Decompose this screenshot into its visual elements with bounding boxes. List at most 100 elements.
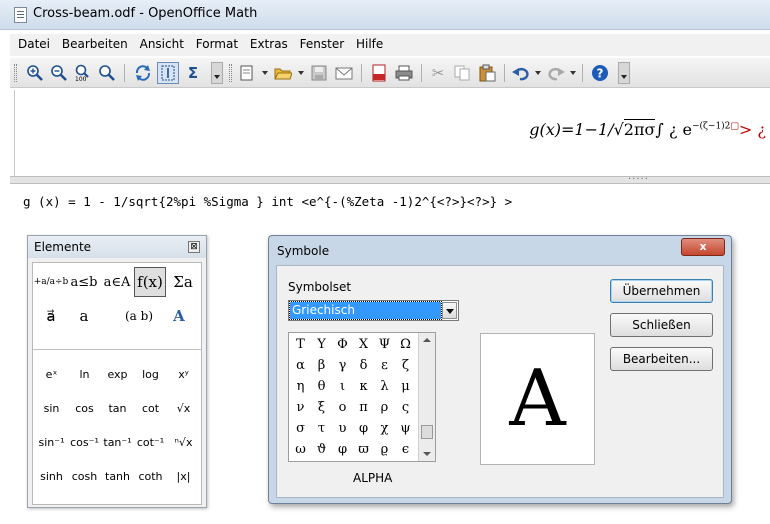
category-others[interactable]: a <box>68 301 100 331</box>
symbolset-select[interactable]: Griechisch <box>288 300 459 321</box>
redo-dropdown-arrow[interactable] <box>570 71 576 75</box>
symbols-dialog-titlebar[interactable]: Symbole x <box>269 236 731 266</box>
function-arctan[interactable]: tan⁻¹ <box>101 429 134 455</box>
scroll-up-arrow[interactable] <box>423 338 431 342</box>
undo-icon[interactable] <box>510 62 532 84</box>
function-arccos[interactable]: cos⁻¹ <box>68 429 101 455</box>
function-abs[interactable]: |x| <box>167 463 200 489</box>
symbol-cell[interactable]: Χ <box>353 334 374 355</box>
symbol-cell[interactable]: ρ <box>374 397 395 418</box>
scroll-thumb[interactable] <box>421 425 433 439</box>
menu-ansicht[interactable]: Ansicht <box>136 34 188 51</box>
symbol-cell[interactable]: ς <box>395 397 416 418</box>
zoom-out-icon[interactable] <box>48 62 70 84</box>
symbol-cell[interactable]: ν <box>290 397 311 418</box>
menu-bearbeiten[interactable]: Bearbeiten <box>58 34 132 51</box>
symbol-cell[interactable]: γ <box>332 355 353 376</box>
symbol-cell[interactable]: ϵ <box>395 439 416 460</box>
symbol-cell[interactable]: φ <box>332 439 353 460</box>
scroll-down-arrow[interactable] <box>423 452 431 456</box>
function-arccot[interactable]: cot⁻¹ <box>134 429 167 455</box>
symbol-cell[interactable]: ε <box>374 355 395 376</box>
symbol-cell[interactable]: τ <box>311 418 332 439</box>
menu-extras[interactable]: Extras <box>246 34 292 51</box>
category-set-operations[interactable]: a∈A <box>101 267 133 297</box>
symbol-cell[interactable]: ξ <box>311 397 332 418</box>
function-cos[interactable]: cos <box>68 395 101 421</box>
symbol-cell[interactable]: ζ <box>395 355 416 376</box>
function-cot[interactable]: cot <box>134 395 167 421</box>
dialog-close-button[interactable]: x <box>681 238 725 256</box>
show-all-icon[interactable] <box>96 62 118 84</box>
toolbar-overflow-button[interactable] <box>211 62 223 84</box>
category-formats[interactable]: A <box>163 301 195 331</box>
symbols-icon[interactable]: Σ <box>182 62 204 84</box>
symbol-cell[interactable]: ϖ <box>353 439 374 460</box>
symbol-cell[interactable]: Υ <box>311 334 332 355</box>
symbol-cell[interactable]: η <box>290 376 311 397</box>
elements-header[interactable]: Elemente ⊠ <box>28 236 206 258</box>
undo-dropdown-arrow[interactable] <box>535 71 541 75</box>
function-sinh[interactable]: sinh <box>35 463 68 489</box>
formula-preview[interactable]: g(x)=1−1/√2πσ∫ ¿ e−(ζ−1)2□> ¿ <box>14 90 770 176</box>
category-attributes[interactable]: a⃗ <box>35 301 67 331</box>
print-icon[interactable] <box>393 62 415 84</box>
symbol-grid-scrollbar[interactable] <box>418 333 435 461</box>
function-sqrt[interactable]: √x <box>167 395 200 421</box>
formula-cursor-icon[interactable] <box>157 62 179 84</box>
menu-format[interactable]: Format <box>192 34 242 51</box>
symbol-cell[interactable]: ϑ <box>311 439 332 460</box>
symbol-cell[interactable]: Φ <box>332 334 353 355</box>
symbol-cell[interactable]: Ψ <box>374 334 395 355</box>
menu-fenster[interactable]: Fenster <box>296 34 349 51</box>
function-sin[interactable]: sin <box>35 395 68 421</box>
new-icon[interactable] <box>236 62 258 84</box>
elements-close-button[interactable]: ⊠ <box>188 241 200 253</box>
symbol-cell[interactable]: θ <box>311 376 332 397</box>
menu-datei[interactable]: Datei <box>14 34 54 51</box>
apply-button[interactable]: Übernehmen <box>610 279 713 303</box>
symbol-grid[interactable]: ΤΥΦΧΨΩαβγδεζ ηθικλμ νξοπρς στυφχψ ωϑφϖϱϵ <box>288 332 436 462</box>
help-icon[interactable]: ? <box>589 62 611 84</box>
category-operators[interactable]: Σa <box>167 267 199 297</box>
symbol-cell[interactable]: ϱ <box>374 439 395 460</box>
cut-icon[interactable]: ✂ <box>427 62 449 84</box>
category-brackets[interactable]: (a b) <box>123 301 155 331</box>
export-pdf-icon[interactable] <box>368 62 390 84</box>
function-arcsin[interactable]: sin⁻¹ <box>35 429 68 455</box>
function-ln[interactable]: ln <box>68 361 101 387</box>
chevron-down-icon[interactable] <box>442 302 457 319</box>
symbol-cell[interactable]: β <box>311 355 332 376</box>
function-cosh[interactable]: cosh <box>68 463 101 489</box>
email-icon[interactable] <box>333 62 355 84</box>
symbol-cell[interactable]: δ <box>353 355 374 376</box>
symbol-cell[interactable]: υ <box>332 418 353 439</box>
symbol-cell[interactable]: ι <box>332 376 353 397</box>
function-coth[interactable]: coth <box>134 463 167 489</box>
symbol-cell[interactable]: χ <box>374 418 395 439</box>
symbol-cell[interactable]: ο <box>332 397 353 418</box>
zoom-100-icon[interactable]: 100 <box>72 62 94 84</box>
close-button[interactable]: Schließen <box>610 313 713 337</box>
toolbar-overflow-button[interactable] <box>618 62 630 84</box>
symbol-cell[interactable]: μ <box>395 376 416 397</box>
function-exp-power[interactable]: eˣ <box>35 361 68 387</box>
zoom-in-icon[interactable] <box>24 62 46 84</box>
symbol-cell[interactable]: κ <box>353 376 374 397</box>
open-icon[interactable] <box>272 62 294 84</box>
symbol-cell[interactable]: π <box>353 397 374 418</box>
update-icon[interactable] <box>132 62 154 84</box>
paste-icon[interactable] <box>476 62 498 84</box>
function-power[interactable]: xʸ <box>167 361 200 387</box>
function-tanh[interactable]: tanh <box>101 463 134 489</box>
category-relations[interactable]: a≤b <box>68 267 100 297</box>
window-splitter[interactable] <box>10 171 770 184</box>
category-unary-binary[interactable]: +a/a÷b <box>34 267 69 297</box>
function-tan[interactable]: tan <box>101 395 134 421</box>
category-functions[interactable]: f(x) <box>134 267 166 297</box>
function-exp[interactable]: exp <box>101 361 134 387</box>
copy-icon[interactable] <box>451 62 473 84</box>
open-dropdown-arrow[interactable] <box>298 71 304 75</box>
symbol-cell[interactable]: σ <box>290 418 311 439</box>
symbol-cell[interactable]: α <box>290 355 311 376</box>
